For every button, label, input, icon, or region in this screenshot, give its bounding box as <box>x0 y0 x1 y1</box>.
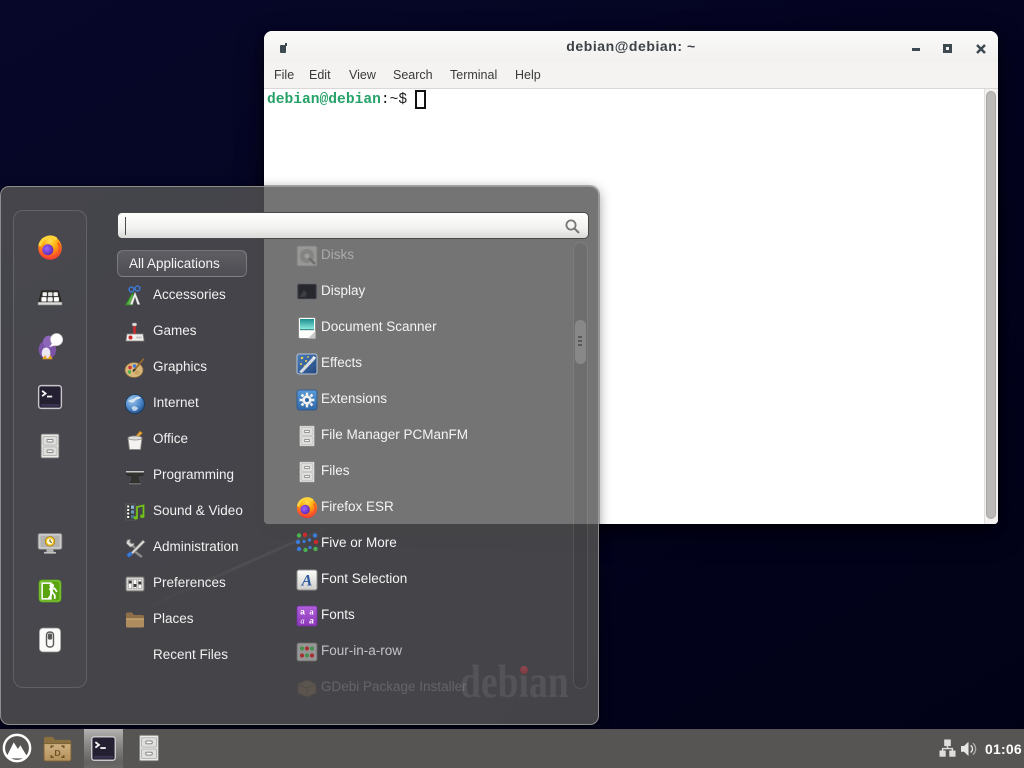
svg-text:A: A <box>301 573 313 590</box>
svg-text:D: D <box>54 748 60 758</box>
svg-text:a: a <box>309 616 314 626</box>
svg-text:a: a <box>300 616 304 626</box>
